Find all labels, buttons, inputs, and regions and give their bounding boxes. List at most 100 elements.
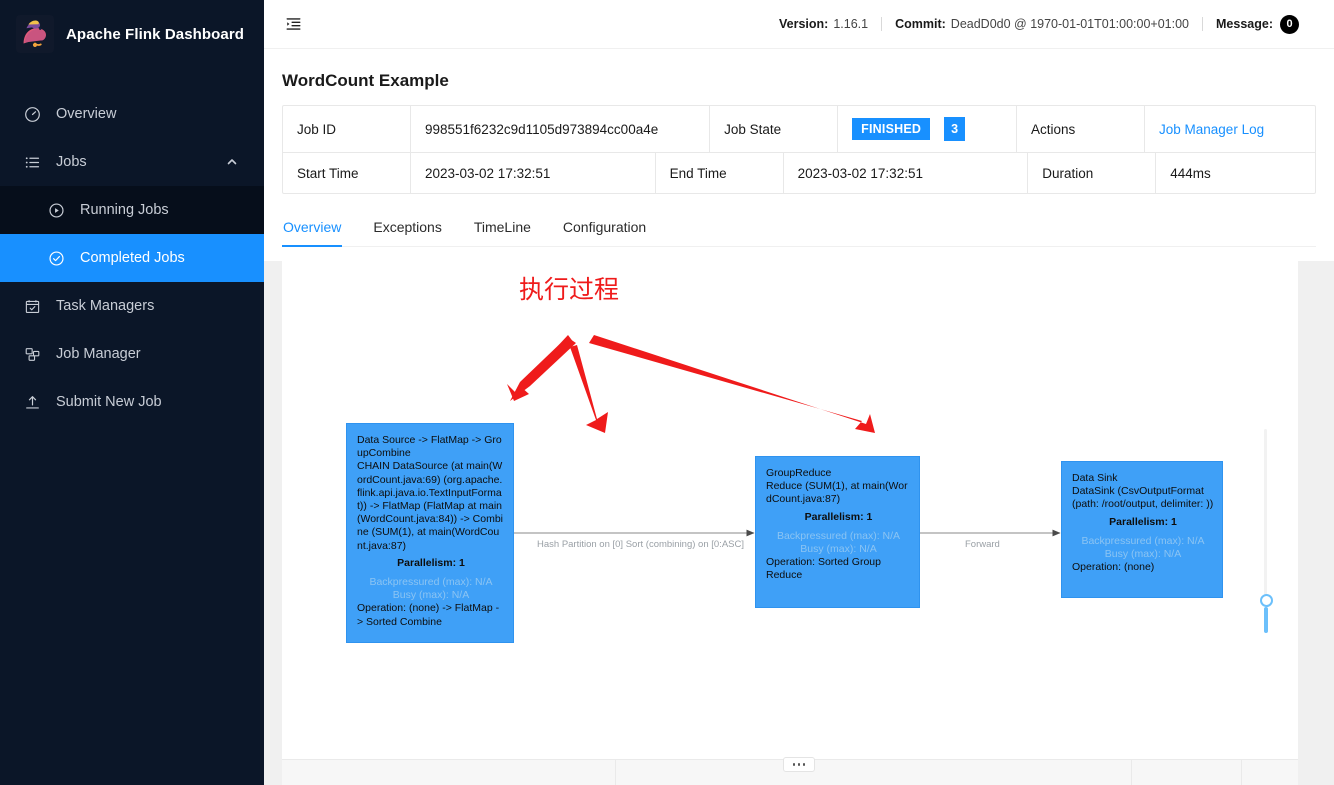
edge-label-hash-partition: Hash Partition on [0] Sort (combining) o… xyxy=(537,539,744,550)
graph-zoom-slider[interactable] xyxy=(1258,429,1274,639)
sidebar-item-running-jobs[interactable]: Running Jobs xyxy=(0,186,264,234)
version-label: Version: xyxy=(779,17,829,31)
sidebar-item-jobs[interactable]: Jobs xyxy=(0,138,264,186)
panel-resize-handle[interactable] xyxy=(783,757,815,772)
page-header: WordCount Example xyxy=(264,49,1334,105)
page-title: WordCount Example xyxy=(282,71,449,90)
node-operation: Operation: Sorted Group Reduce xyxy=(766,556,881,582)
job-id-value: 998551f6232c9d1105d973894cc00a4e xyxy=(411,106,711,152)
table-row: Job ID 998551f6232c9d1105d973894cc00a4e … xyxy=(283,106,1315,152)
version-info: Version: 1.16.1 xyxy=(766,17,881,31)
job-id-label: Job ID xyxy=(283,106,411,152)
sidebar-item-label: Running Jobs xyxy=(80,202,169,218)
node-name: GroupReduce xyxy=(766,467,832,479)
node-operation: Operation: (none) -> FlatMap -> Sorted C… xyxy=(357,602,500,628)
tab-overview[interactable]: Overview xyxy=(282,213,343,247)
bottom-strip-cell xyxy=(616,760,1132,785)
job-state-value: FINISHED 3 xyxy=(838,106,1018,152)
job-graph-canvas[interactable]: Hash Partition on [0] Sort (combining) o… xyxy=(282,261,1298,759)
content-area: WordCount Example Job ID 998551f6232c9d1… xyxy=(264,49,1334,785)
sidebar-item-task-managers[interactable]: Task Managers xyxy=(0,282,264,330)
chevron-up-icon[interactable] xyxy=(226,156,238,168)
menu-fold-icon[interactable] xyxy=(278,9,308,39)
zoom-slider-stem xyxy=(1263,607,1268,633)
dot-icon xyxy=(792,763,796,766)
bottom-strip-cell xyxy=(282,760,616,785)
node-parallelism: Parallelism: 1 xyxy=(397,556,465,569)
node-backpressured: Backpressured (max): N/A xyxy=(369,576,493,589)
start-time-label: Start Time xyxy=(283,153,411,193)
message-count-badge: 0 xyxy=(1280,14,1299,34)
zoom-slider-track[interactable] xyxy=(1264,429,1267,595)
flink-dashboard: Apache Flink Dashboard Overview Jobs Run… xyxy=(0,0,1334,785)
status-count-badge: 3 xyxy=(944,117,966,141)
play-circle-icon xyxy=(46,200,66,220)
status-badge: FINISHED xyxy=(852,118,931,140)
commit-info: Commit: DeadD0d0 @ 1970-01-01T01:00:00+0… xyxy=(882,17,1202,31)
job-state-label: Job State xyxy=(710,106,839,152)
duration-value: 444ms xyxy=(1170,165,1211,181)
job-graph-panel: Hash Partition on [0] Sort (combining) o… xyxy=(264,261,1334,785)
end-time-label: End Time xyxy=(656,153,784,193)
dashboard-icon xyxy=(22,104,42,124)
message-label: Message: xyxy=(1216,17,1273,31)
actions-label: Actions xyxy=(1017,106,1146,152)
top-bar: Version: 1.16.1 Commit: DeadD0d0 @ 1970-… xyxy=(264,0,1334,49)
tab-timeline[interactable]: TimeLine xyxy=(473,213,532,247)
node-backpressured: Backpressured (max): N/A xyxy=(1081,534,1205,547)
job-info-table: Job ID 998551f6232c9d1105d973894cc00a4e … xyxy=(282,105,1316,194)
upload-icon xyxy=(22,392,42,412)
sidebar-item-label: Overview xyxy=(56,106,117,122)
graph-node-data-source[interactable]: Data Source -> FlatMap -> GroupCombine C… xyxy=(346,423,514,643)
end-time-value: 2023-03-02 17:32:51 xyxy=(784,153,1029,193)
tab-configuration[interactable]: Configuration xyxy=(562,213,647,247)
commit-label: Commit: xyxy=(895,17,946,31)
node-backpressured: Backpressured (max): N/A xyxy=(776,529,901,542)
sidebar-item-label: Completed Jobs xyxy=(80,250,185,266)
version-value: 1.16.1 xyxy=(833,17,869,31)
sidebar-item-overview[interactable]: Overview xyxy=(0,90,264,138)
sidebar-item-job-manager[interactable]: Job Manager xyxy=(0,330,264,378)
graph-node-data-sink[interactable]: Data Sink DataSink (CsvOutputFormat (pat… xyxy=(1061,461,1223,598)
node-detail: CHAIN DataSource (at main(WordCount.java… xyxy=(357,460,503,552)
sidebar-item-submit-new-job[interactable]: Submit New Job xyxy=(0,378,264,426)
check-circle-icon xyxy=(46,248,66,268)
job-manager-icon xyxy=(22,344,42,364)
sidebar-brand[interactable]: Apache Flink Dashboard xyxy=(0,0,264,68)
node-busy: Busy (max): N/A xyxy=(392,589,470,602)
tab-exceptions[interactable]: Exceptions xyxy=(372,213,442,247)
node-parallelism: Parallelism: 1 xyxy=(804,510,873,523)
commit-value: DeadD0d0 @ 1970-01-01T01:00:00+01:00 xyxy=(950,17,1190,31)
edge-label-forward: Forward xyxy=(965,539,1000,550)
sidebar-brand-label: Apache Flink Dashboard xyxy=(66,25,245,43)
actions-value: Job Manager Log xyxy=(1145,106,1315,152)
list-icon xyxy=(22,152,42,172)
main-area: Version: 1.16.1 Commit: DeadD0d0 @ 1970-… xyxy=(264,0,1334,785)
node-detail: Reduce (SUM(1), at main(WordCount.java:8… xyxy=(766,480,908,506)
dot-icon xyxy=(802,763,806,766)
node-name: Data Sink xyxy=(1072,472,1118,484)
start-time-value: 2023-03-02 17:32:51 xyxy=(411,153,656,193)
node-busy: Busy (max): N/A xyxy=(800,543,877,556)
zoom-slider-knob[interactable] xyxy=(1259,594,1273,607)
sidebar-subnav-jobs: Running Jobs Completed Jobs xyxy=(0,186,264,282)
sidebar-item-completed-jobs[interactable]: Completed Jobs xyxy=(0,234,264,282)
sidebar: Apache Flink Dashboard Overview Jobs Run… xyxy=(0,0,264,785)
table-row: Start Time 2023-03-02 17:32:51 End Time … xyxy=(283,152,1315,193)
job-manager-log-link[interactable]: Job Manager Log xyxy=(1159,122,1264,137)
top-bar-info: Version: 1.16.1 Commit: DeadD0d0 @ 1970-… xyxy=(766,14,1312,34)
sidebar-item-label: Job Manager xyxy=(56,346,141,362)
task-manager-icon xyxy=(22,296,42,316)
dot-icon xyxy=(797,763,801,766)
flink-squirrel-logo-icon xyxy=(16,15,54,53)
node-busy: Busy (max): N/A xyxy=(1104,548,1182,561)
graph-node-group-reduce[interactable]: GroupReduce Reduce (SUM(1), at main(Word… xyxy=(755,456,920,608)
message-info[interactable]: Message: 0 xyxy=(1203,14,1312,34)
sidebar-item-label: Task Managers xyxy=(56,298,155,314)
sidebar-item-label: Submit New Job xyxy=(56,394,162,410)
sidebar-nav: Overview Jobs Running Jobs Completed Job… xyxy=(0,90,264,426)
sidebar-item-label: Jobs xyxy=(56,154,87,170)
bottom-strip-cell xyxy=(1132,760,1242,785)
node-name: Data Source -> FlatMap -> GroupCombine xyxy=(357,434,502,460)
node-detail: DataSink (CsvOutputFormat (path: /root/o… xyxy=(1072,485,1214,511)
